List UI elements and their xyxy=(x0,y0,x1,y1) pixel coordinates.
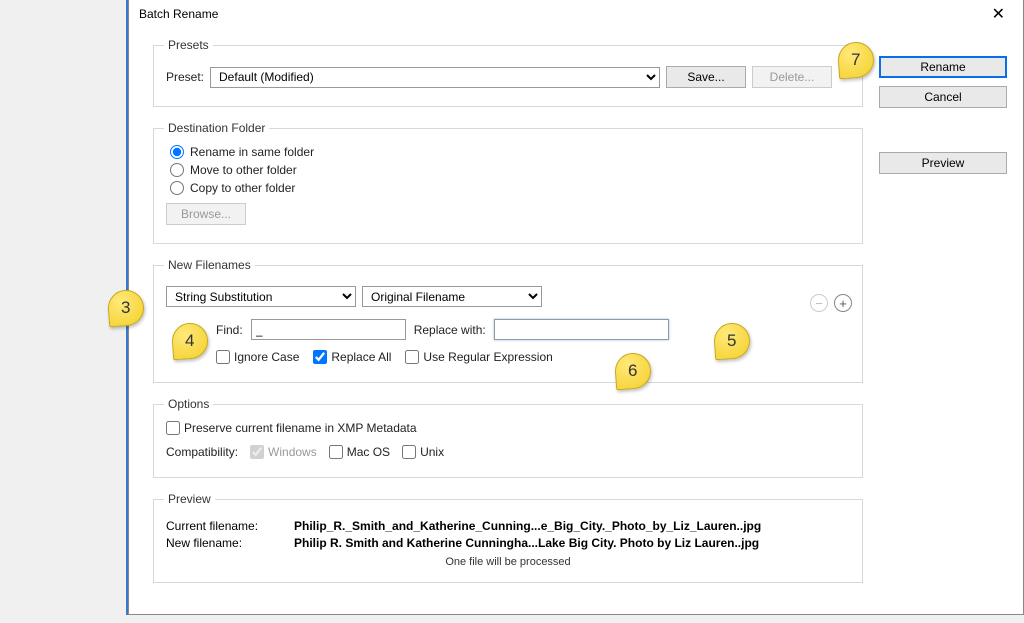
rename-button[interactable]: Rename xyxy=(879,56,1007,78)
preview-button[interactable]: Preview xyxy=(879,152,1007,174)
preview-note: One file will be processed xyxy=(166,556,850,568)
options-legend: Options xyxy=(164,397,213,411)
radio-move[interactable] xyxy=(170,163,184,177)
close-icon[interactable]: ✕ xyxy=(984,4,1013,24)
compat-label: Compatibility: xyxy=(166,445,238,459)
delete-preset-button: Delete... xyxy=(752,66,832,88)
radio-move-label: Move to other folder xyxy=(190,163,297,177)
method-select[interactable]: String Substitution xyxy=(166,286,356,307)
ignore-case-label: Ignore Case xyxy=(234,350,299,364)
new-filenames-legend: New Filenames xyxy=(164,258,255,272)
save-preset-button[interactable]: Save... xyxy=(666,66,746,88)
titlebar: Batch Rename ✕ xyxy=(129,0,1023,28)
options-group: Options Preserve current filename in XMP… xyxy=(153,397,863,478)
source-select[interactable]: Original Filename xyxy=(362,286,542,307)
radio-rename-same[interactable] xyxy=(170,145,184,159)
preset-label: Preset: xyxy=(166,70,204,84)
compat-unix-label: Unix xyxy=(420,445,444,459)
current-filename-value: Philip_R._Smith_and_Katherine_Cunning...… xyxy=(294,519,761,533)
replace-input[interactable] xyxy=(494,319,669,340)
dialog-body: Presets Preset: Default (Modified) Save.… xyxy=(129,28,1023,607)
destination-group: Destination Folder Rename in same folder… xyxy=(153,121,863,244)
preview-group: Preview Current filename: Philip_R._Smit… xyxy=(153,492,863,583)
preserve-xmp-label: Preserve current filename in XMP Metadat… xyxy=(184,421,417,435)
find-label: Find: xyxy=(216,323,243,337)
preset-select[interactable]: Default (Modified) xyxy=(210,67,660,88)
radio-rename-same-label: Rename in same folder xyxy=(190,145,314,159)
compat-macos-checkbox[interactable] xyxy=(329,445,343,459)
compat-unix-checkbox[interactable] xyxy=(402,445,416,459)
window-title: Batch Rename xyxy=(139,7,984,21)
radio-copy[interactable] xyxy=(170,181,184,195)
new-filename-label: New filename: xyxy=(166,536,286,550)
current-filename-label: Current filename: xyxy=(166,519,286,533)
preview-legend: Preview xyxy=(164,492,215,506)
destination-legend: Destination Folder xyxy=(164,121,269,135)
browse-button: Browse... xyxy=(166,203,246,225)
add-remove-row: − + xyxy=(810,294,852,312)
new-filenames-group: New Filenames − + String Substitution Or… xyxy=(153,258,863,383)
use-regex-checkbox[interactable] xyxy=(405,350,419,364)
use-regex-label: Use Regular Expression xyxy=(423,350,552,364)
cancel-button[interactable]: Cancel xyxy=(879,86,1007,108)
replace-all-label: Replace All xyxy=(331,350,391,364)
preserve-xmp-checkbox[interactable] xyxy=(166,421,180,435)
find-input[interactable] xyxy=(251,319,406,340)
batch-rename-dialog: Batch Rename ✕ Presets Preset: Default (… xyxy=(128,0,1024,615)
add-row-button[interactable]: + xyxy=(834,294,852,312)
ignore-case-checkbox[interactable] xyxy=(216,350,230,364)
compat-windows-label: Windows xyxy=(268,445,317,459)
replace-label: Replace with: xyxy=(414,323,486,337)
new-filename-value: Philip R. Smith and Katherine Cunningha.… xyxy=(294,536,759,550)
side-buttons: Rename Cancel Preview xyxy=(879,38,1009,597)
compat-macos-label: Mac OS xyxy=(347,445,390,459)
compat-windows-checkbox xyxy=(250,445,264,459)
radio-copy-label: Copy to other folder xyxy=(190,181,295,195)
presets-group: Presets Preset: Default (Modified) Save.… xyxy=(153,38,863,107)
presets-legend: Presets xyxy=(164,38,213,52)
main-column: Presets Preset: Default (Modified) Save.… xyxy=(153,38,863,597)
replace-all-checkbox[interactable] xyxy=(313,350,327,364)
remove-row-button: − xyxy=(810,294,828,312)
